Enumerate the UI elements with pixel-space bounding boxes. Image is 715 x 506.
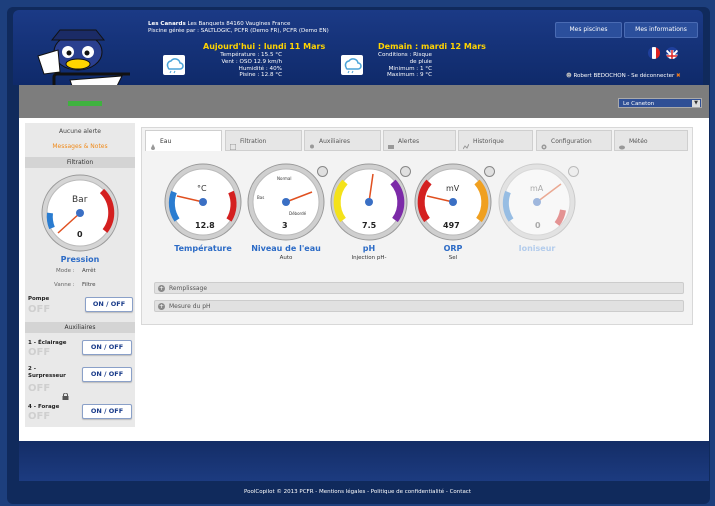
aux-4-toggle-button[interactable]: ON / OFF <box>82 404 132 419</box>
aux-2-label: 2 - Surpresseur <box>28 366 66 379</box>
ionizer-indicator <box>568 166 579 177</box>
weather-today-icon <box>163 55 185 75</box>
status-strip <box>68 101 102 106</box>
orp-indicator <box>484 166 495 177</box>
mail-icon <box>388 138 394 149</box>
footer-links[interactable]: PoolCopilot © 2013 PCFR - Mentions légal… <box>0 489 715 495</box>
tab-alertes[interactable]: Alertes <box>383 130 456 151</box>
orp-value: 497 <box>443 221 460 230</box>
temperature-value: 12.8 <box>195 221 215 230</box>
aux-1-status: OFF <box>28 347 51 358</box>
pressure-gauge <box>41 174 119 252</box>
water-level-sub: Auto <box>279 255 293 261</box>
orp-unit: mV <box>446 184 460 193</box>
aux-1-label: 1 - Éclairage <box>28 340 67 346</box>
aux-2-status: OFF <box>28 383 51 394</box>
lightbulb-icon <box>309 138 315 149</box>
gear-icon <box>541 138 547 150</box>
weather-tomorrow-icon <box>341 55 363 75</box>
water-level-normal-label: Normal <box>277 176 292 181</box>
french-flag-icon[interactable] <box>648 47 660 59</box>
lock-icon <box>62 385 69 400</box>
today-title: Aujourd'hui : lundi 11 Mars <box>203 42 326 51</box>
ph-indicator <box>400 166 411 177</box>
aux-4-status: OFF <box>28 411 51 422</box>
user-logout-link[interactable]: ☻ Robert BEDOCHON - Se déconnecter ✖ <box>566 73 681 79</box>
water-level-low-label: Bas <box>257 195 265 200</box>
tomorrow-details: Conditions : Risque de pluie Minimum : 1… <box>378 52 432 79</box>
ph-label: pH <box>362 244 376 253</box>
tab-meteo[interactable]: Météo <box>614 130 688 151</box>
tab-historique[interactable]: Historique <box>458 130 533 151</box>
footer-band <box>19 441 709 481</box>
ionizer-value: 0 <box>535 221 541 230</box>
ph-sub: Injection pH- <box>351 255 387 261</box>
water-level-indicator <box>317 166 328 177</box>
ionizer-unit: mA <box>530 184 544 193</box>
sub-toolbar <box>19 85 709 118</box>
ionizer-label: Ioniseur <box>518 244 556 253</box>
pressure-unit: Bar <box>72 195 88 205</box>
valve-value: Filtre <box>82 282 96 288</box>
tab-eau[interactable]: Eau <box>145 130 222 151</box>
accordion-remplissage[interactable]: + Remplissage <box>154 282 684 294</box>
my-info-button[interactable]: Mes informations <box>624 22 698 38</box>
pressure-value: 0 <box>77 230 83 239</box>
aux-4-label: 4 - Forage <box>28 404 60 410</box>
pump-toggle-button[interactable]: ON / OFF <box>85 297 133 312</box>
user-icon: ☻ <box>566 73 572 79</box>
today-details: Température : 15.5 °C Vent : OSO 12.9 km… <box>220 52 282 79</box>
tab-auxiliaires[interactable]: Auxiliaires <box>304 130 381 151</box>
mode-value: Arrêt <box>82 268 96 274</box>
mode-label: Mode : <box>56 268 75 274</box>
site-title: Les Canards Les Banquets 84160 Vaugines … <box>148 21 329 34</box>
expand-icon: + <box>158 285 165 292</box>
valve-label: Vanne : <box>54 282 75 288</box>
my-pools-button[interactable]: Mes piscines <box>555 22 622 38</box>
logout-icon: ✖ <box>676 73 681 79</box>
pressure-label: Pression <box>60 255 100 264</box>
history-icon <box>462 138 470 150</box>
chevron-down-icon: ▼ <box>692 100 700 107</box>
aux-header: Auxiliaires <box>25 322 135 333</box>
water-level-overflow-label: Débordé <box>289 211 307 216</box>
tab-filtration[interactable]: Filtration <box>225 130 302 151</box>
orp-sub: Sel <box>448 255 458 261</box>
aux-2-toggle-button[interactable]: ON / OFF <box>82 367 132 382</box>
water-level-gauge <box>247 163 325 241</box>
tomorrow-title: Demain : mardi 12 Mars <box>378 42 486 51</box>
messages-link[interactable]: Messages & Notes <box>25 142 135 152</box>
temperature-unit: °C <box>197 184 207 193</box>
orp-label: ORP <box>443 244 463 253</box>
filter-icon <box>229 138 237 151</box>
alerts-status[interactable]: Aucune alerte <box>25 127 135 137</box>
pump-status: OFF <box>28 304 51 315</box>
aux-1-toggle-button[interactable]: ON / OFF <box>82 340 132 355</box>
ionizer-gauge <box>498 163 576 241</box>
orp-gauge <box>414 163 492 241</box>
ph-value: 7.5 <box>362 221 377 230</box>
expand-icon: + <box>158 303 165 310</box>
temperature-label: Température <box>174 244 232 253</box>
english-flag-icon[interactable] <box>666 47 678 59</box>
pump-label: Pompe <box>28 296 50 302</box>
accordion-ph-measure[interactable]: + Mesure du pH <box>154 300 684 312</box>
temperature-gauge <box>164 163 242 241</box>
ph-gauge <box>330 163 408 241</box>
cloud-icon <box>619 138 625 150</box>
filtration-header: Filtration <box>25 157 135 168</box>
tab-configuration[interactable]: Configuration <box>536 130 612 151</box>
water-level-value: 3 <box>282 221 288 230</box>
water-level-label: Niveau de l'eau <box>251 244 321 253</box>
pool-select[interactable]: Le Caneton ▼ <box>618 98 702 108</box>
water-drop-icon <box>150 138 156 150</box>
